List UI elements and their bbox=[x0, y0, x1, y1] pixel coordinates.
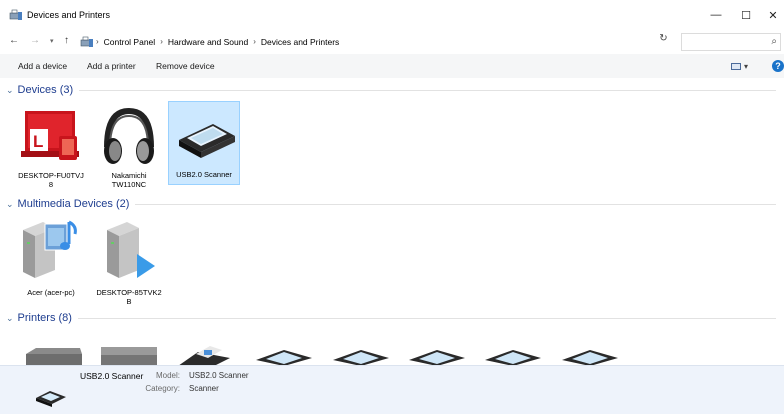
maximize-icon: ☐ bbox=[741, 9, 751, 22]
details-category-label: Category: bbox=[145, 384, 180, 393]
media-server-icon bbox=[15, 216, 87, 284]
close-icon: ✕ bbox=[768, 9, 778, 22]
printers-group-header[interactable]: ⌄ Printers (8) bbox=[6, 312, 776, 324]
breadcrumb-control-panel[interactable]: Control Panel bbox=[104, 37, 156, 47]
forward-arrow-icon[interactable]: → bbox=[30, 35, 40, 46]
address-bar-row: ← → ▾ ↑ › Control Panel › Hardware and S… bbox=[0, 30, 784, 52]
group-divider bbox=[77, 317, 776, 319]
device-label-line2: 8 bbox=[48, 180, 54, 189]
devices-printers-icon bbox=[9, 9, 22, 20]
title-bar: Devices and Printers — ☐ ✕ bbox=[0, 0, 784, 30]
device-label-line2: B bbox=[126, 297, 132, 306]
window-title: Devices and Printers bbox=[27, 10, 111, 20]
breadcrumb-devices-and-printers[interactable]: Devices and Printers bbox=[261, 37, 339, 47]
fax-icon[interactable] bbox=[174, 344, 236, 366]
device-label: USB2.0 Scanner bbox=[176, 170, 232, 179]
device-nakamichi-tw110nc[interactable]: Nakamichi TW110NC bbox=[93, 103, 165, 189]
device-label: DESKTOP-85TVK2 bbox=[96, 288, 162, 297]
up-arrow-icon[interactable]: ↑ bbox=[64, 35, 69, 46]
search-input[interactable] bbox=[682, 34, 762, 50]
breadcrumb-separator-icon[interactable]: › bbox=[160, 37, 163, 46]
scanner-icon[interactable] bbox=[331, 344, 393, 366]
details-model-value: USB2.0 Scanner bbox=[189, 371, 249, 380]
breadcrumb-hardware-and-sound[interactable]: Hardware and Sound bbox=[168, 37, 248, 47]
add-device-button[interactable]: Add a device bbox=[18, 61, 67, 71]
back-arrow-icon[interactable]: ← bbox=[9, 35, 19, 46]
close-button[interactable]: ✕ bbox=[760, 4, 784, 26]
scanner-icon[interactable] bbox=[407, 344, 469, 366]
view-icon bbox=[731, 62, 741, 70]
device-desktop-85tvk2b[interactable]: DESKTOP-85TVK2 B bbox=[93, 216, 165, 306]
minimize-button[interactable]: — bbox=[703, 4, 729, 26]
device-desktop-fu0tvj8[interactable]: L DESKTOP-FU0TVJ 8 bbox=[15, 103, 87, 189]
command-bar: Add a device Add a printer Remove device… bbox=[0, 54, 784, 78]
device-acer-pc[interactable]: Acer (acer-pc) bbox=[15, 216, 87, 297]
group-divider bbox=[135, 203, 776, 205]
device-label: DESKTOP-FU0TVJ bbox=[18, 171, 84, 180]
details-category-value: Scanner bbox=[189, 384, 219, 393]
multimedia-group-header[interactable]: ⌄ Multimedia Devices (2) bbox=[6, 198, 776, 210]
scanner-icon[interactable] bbox=[254, 344, 316, 366]
device-label: Nakamichi bbox=[111, 171, 147, 180]
search-icon[interactable]: ⌕ bbox=[771, 36, 777, 47]
collapse-chevron-icon[interactable]: ⌄ bbox=[6, 85, 14, 96]
control-panel-icon bbox=[80, 36, 93, 47]
remove-device-button[interactable]: Remove device bbox=[156, 61, 215, 71]
headphones-icon bbox=[93, 103, 165, 171]
svg-text:L: L bbox=[33, 132, 43, 151]
breadcrumb: › Control Panel › Hardware and Sound › D… bbox=[94, 37, 339, 47]
collapse-chevron-icon[interactable]: ⌄ bbox=[6, 313, 14, 324]
device-label: Acer (acer-pc) bbox=[27, 288, 75, 297]
search-box[interactable]: ⌕ bbox=[681, 33, 781, 51]
view-options-button[interactable]: ▾ bbox=[731, 60, 753, 72]
details-model-label: Model: bbox=[155, 371, 180, 380]
multimedia-group-title: Multimedia Devices (2) bbox=[17, 198, 130, 210]
scanner-icon[interactable] bbox=[560, 344, 622, 366]
group-divider bbox=[79, 89, 776, 91]
refresh-icon[interactable]: ↻ bbox=[656, 33, 671, 48]
computer-icon: L bbox=[15, 103, 87, 171]
add-printer-button[interactable]: Add a printer bbox=[87, 61, 136, 71]
maximize-button[interactable]: ☐ bbox=[733, 4, 759, 26]
scanner-icon[interactable] bbox=[483, 344, 545, 366]
recent-locations-chevron-icon[interactable]: ▾ bbox=[50, 37, 54, 45]
address-box[interactable]: › Control Panel › Hardware and Sound › D… bbox=[80, 34, 720, 49]
device-label-line2: TW110NC bbox=[111, 180, 147, 189]
scanner-icon bbox=[169, 102, 241, 170]
printer-icon[interactable] bbox=[22, 344, 84, 366]
devices-group-header[interactable]: ⌄ Devices (3) bbox=[6, 84, 776, 96]
printer-icon[interactable] bbox=[97, 344, 159, 366]
breadcrumb-separator-icon[interactable]: › bbox=[96, 37, 99, 46]
devices-group-title: Devices (3) bbox=[17, 84, 74, 96]
help-icon[interactable]: ? bbox=[772, 60, 784, 72]
collapse-chevron-icon[interactable]: ⌄ bbox=[6, 199, 14, 210]
minimize-icon: — bbox=[710, 9, 722, 21]
scanner-thumbnail-icon bbox=[36, 391, 66, 407]
printers-group-title: Printers (8) bbox=[17, 312, 72, 324]
device-usb2-scanner[interactable]: USB2.0 Scanner bbox=[168, 101, 240, 185]
details-pane: USB2.0 Scanner Model: USB2.0 Scanner Cat… bbox=[0, 365, 784, 414]
breadcrumb-separator-icon[interactable]: › bbox=[253, 37, 256, 46]
media-player-icon bbox=[93, 216, 165, 284]
view-dropdown-chevron-icon: ▾ bbox=[744, 61, 749, 71]
